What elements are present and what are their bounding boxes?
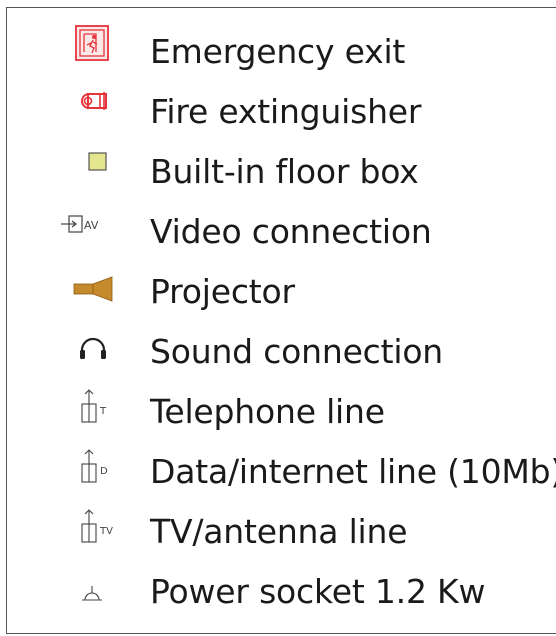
legend-item-tv-antenna-line: TV TV/antenna line bbox=[0, 502, 556, 562]
legend-label: Power socket 1.2 Kw bbox=[150, 572, 486, 611]
video-icon-text: AV bbox=[84, 219, 99, 232]
legend-label: Telephone line bbox=[150, 392, 385, 431]
tv-icon-text: TV bbox=[99, 526, 113, 537]
data-icon-text: D bbox=[100, 466, 108, 477]
legend-label: Data/internet line (10Mb) bbox=[150, 452, 556, 491]
power-socket-icon bbox=[60, 562, 140, 622]
legend-item-sound-connection: Sound connection bbox=[0, 322, 556, 382]
legend-label: TV/antenna line bbox=[150, 512, 408, 551]
legend-item-fire-extinguisher: Fire extinguisher bbox=[0, 82, 556, 142]
legend-label: Emergency exit bbox=[150, 32, 406, 71]
legend-label: Fire extinguisher bbox=[150, 92, 422, 131]
legend-label: Sound connection bbox=[150, 332, 444, 371]
emergency-exit-icon bbox=[60, 22, 140, 82]
legend-item-power-socket: Power socket 1.2 Kw bbox=[0, 562, 556, 622]
tv-antenna-line-icon: TV bbox=[60, 502, 140, 562]
projector-icon bbox=[60, 262, 140, 322]
floor-box-icon bbox=[60, 142, 140, 202]
legend-item-telephone-line: T Telephone line bbox=[0, 382, 556, 442]
legend-label: Video connection bbox=[150, 212, 432, 251]
fire-extinguisher-icon bbox=[60, 82, 140, 142]
data-line-icon: D bbox=[60, 442, 140, 502]
legend-item-data-line: D Data/internet line (10Mb) bbox=[0, 442, 556, 502]
legend-item-video-connection: AV Video connection bbox=[0, 202, 556, 262]
legend-item-floor-box: Built-in floor box bbox=[0, 142, 556, 202]
legend-item-emergency-exit: Emergency exit bbox=[0, 22, 556, 82]
telephone-icon-text: T bbox=[99, 406, 107, 417]
legend-label: Built-in floor box bbox=[150, 152, 419, 191]
legend-item-projector: Projector bbox=[0, 262, 556, 322]
headphones-icon bbox=[60, 322, 140, 382]
video-connection-icon: AV bbox=[60, 202, 140, 262]
legend-label: Projector bbox=[150, 272, 295, 311]
telephone-line-icon: T bbox=[60, 382, 140, 442]
